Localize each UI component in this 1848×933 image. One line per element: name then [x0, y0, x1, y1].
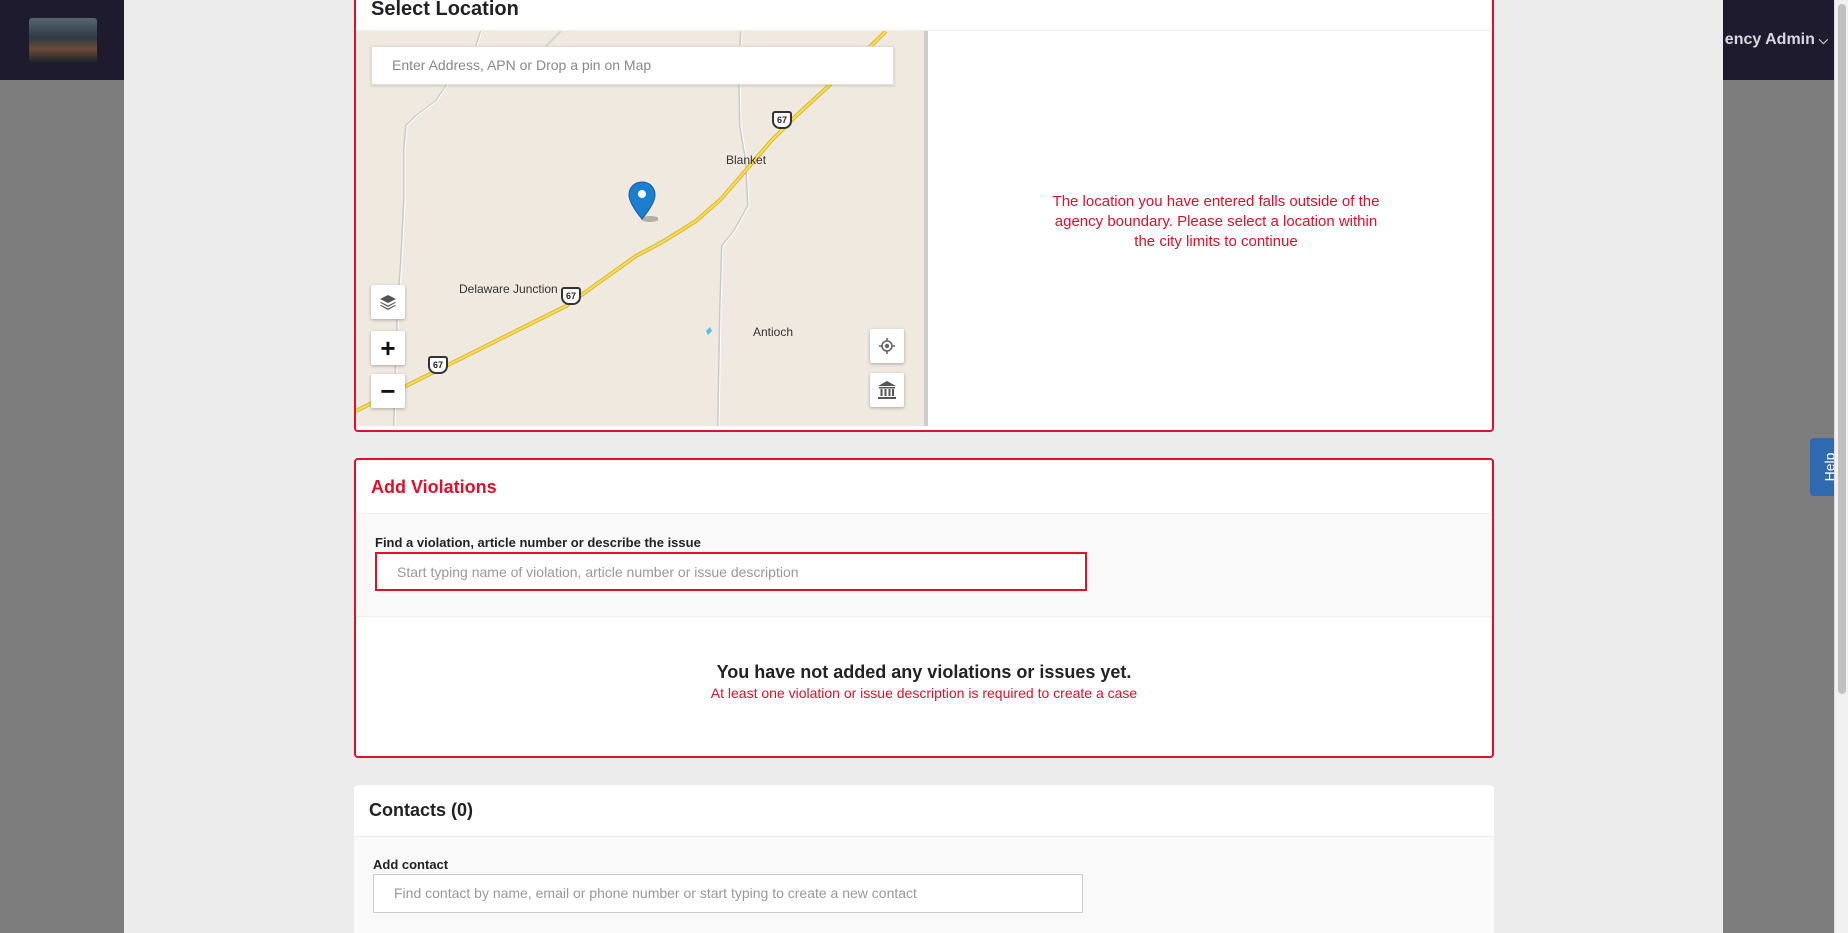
- select-location-card: Select Location Enter Address, APN or Dr…: [354, 0, 1494, 432]
- select-location-title: Select Location: [371, 0, 519, 20]
- crosshair-icon: [879, 338, 895, 354]
- agency-logo[interactable]: [29, 18, 97, 62]
- contact-search-section: Add contact Find contact by name, email …: [354, 836, 1494, 933]
- zoom-in-button[interactable]: +: [371, 331, 405, 365]
- violations-empty-title: You have not added any violations or iss…: [716, 662, 1132, 682]
- violations-empty-subtitle: At least one violation or issue descript…: [710, 685, 1138, 701]
- add-violations-card: Add Violations Find a violation, article…: [354, 458, 1494, 758]
- highway-shield: 67: [428, 356, 448, 374]
- add-violations-title: Add Violations: [371, 477, 497, 497]
- user-menu-label: ency Admin: [1724, 31, 1815, 48]
- map-label-blanket: Blanket: [726, 153, 767, 167]
- user-menu[interactable]: ency Admin ⌵: [1725, 31, 1828, 49]
- address-search-input[interactable]: Enter Address, APN or Drop a pin on Map: [371, 46, 894, 85]
- contact-search-input[interactable]: Find contact by name, email or phone num…: [373, 874, 1083, 913]
- chevron-down-icon: ⌵: [1818, 33, 1828, 47]
- page-scrollbar[interactable]: [1834, 0, 1848, 933]
- map-label-antioch: Antioch: [753, 325, 794, 339]
- layers-icon: [380, 295, 396, 310]
- add-contact-label: Add contact: [373, 857, 449, 872]
- page-scrollbar-thumb[interactable]: [1838, 4, 1846, 694]
- highway-shield: 67: [561, 287, 581, 305]
- zoom-out-button[interactable]: −: [371, 374, 405, 408]
- highway-shield: 67: [772, 111, 792, 129]
- contacts-card: Contacts (0) Add contact Find contact by…: [354, 785, 1494, 933]
- map[interactable]: Enter Address, APN or Drop a pin on Map …: [356, 31, 924, 426]
- map-label-delaware-junction: Delaware Junction: [459, 282, 558, 296]
- contacts-title: Contacts (0): [369, 800, 474, 820]
- map-pin-icon[interactable]: [628, 181, 658, 223]
- violation-search-label: Find a violation, article number or desc…: [375, 535, 701, 550]
- location-error-message: The location you have entered falls outs…: [1052, 193, 1380, 250]
- map-vertical-scrollbar[interactable]: [924, 31, 928, 426]
- government-building-icon: [878, 381, 896, 399]
- locate-me-button[interactable]: [870, 329, 904, 363]
- violation-search-input[interactable]: Start typing name of violation, article …: [375, 552, 1087, 591]
- agency-boundary-button[interactable]: [870, 373, 904, 407]
- violation-search-section: Find a violation, article number or desc…: [356, 513, 1492, 617]
- layers-button[interactable]: [371, 285, 405, 319]
